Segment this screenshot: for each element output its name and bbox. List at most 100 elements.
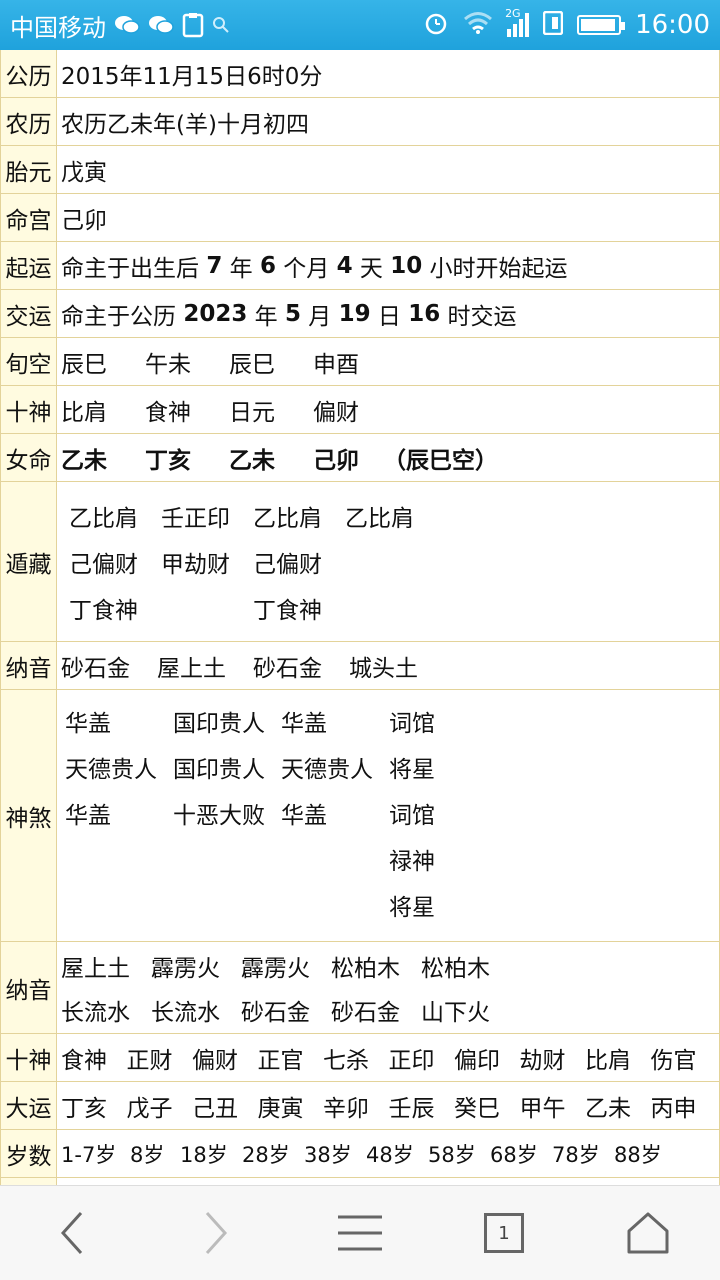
age-item: 48岁 (366, 1142, 414, 1167)
nayin-dayun-value: 屋上土 霹雳火 霹雳火 松柏木 松柏木 长流水 长流水 砂石金 砂石金 山下火 (57, 942, 720, 1033)
nayin-item: 松柏木 (421, 955, 490, 982)
dunzang-item: 己偏财 (253, 551, 322, 578)
wifi-icon (463, 11, 493, 39)
menu-button[interactable] (288, 1186, 432, 1280)
shensha-item: 华盖 (281, 711, 327, 737)
number: 10 (390, 252, 423, 279)
dunzang-item: 己偏财 (69, 551, 138, 578)
dunzang-item: 壬正印 (161, 505, 230, 532)
text: 天 (352, 255, 391, 282)
row-nvming: 女命 乙未 丁亥 乙未 己卯 （辰巳空） (0, 434, 720, 482)
number: 6 (259, 252, 276, 279)
text: 命主于出生后 (61, 255, 207, 282)
nayin-item: 砂石金 (241, 999, 310, 1026)
nayin-item: 砂石金 (61, 655, 130, 682)
row-label: 岁数 (0, 1130, 57, 1177)
text: 个月 (275, 255, 337, 282)
xunkong-item: 辰巳 (229, 351, 275, 378)
shensha-item: 华盖 (65, 803, 111, 829)
shensha-value: 华盖 国印贵人 华盖 词馆 天德贵人 国印贵人 天德贵人 将星 华盖 十恶大败 … (57, 690, 720, 941)
number: 2023 (183, 300, 248, 327)
shishen-item: 七杀 (323, 1047, 369, 1074)
row-minggong: 命宫 己卯 (0, 194, 720, 242)
age-item: 88岁 (614, 1142, 662, 1167)
dayun-item: 庚寅 (257, 1095, 304, 1122)
nayin-item: 松柏木 (331, 955, 400, 982)
nayin-item: 山下火 (421, 999, 490, 1026)
network-type: 2G (505, 7, 521, 20)
dayun-value: 丁亥 戊子 己丑 庚寅 辛卯 壬辰 癸巳 甲午 乙未 丙申 (57, 1082, 720, 1129)
row-dayun: 大运 丁亥 戊子 己丑 庚寅 辛卯 壬辰 癸巳 甲午 乙未 丙申 (0, 1082, 720, 1130)
sim-icon (542, 10, 564, 39)
age-item: 8岁 (130, 1142, 165, 1167)
signal-icon: 2G (505, 7, 530, 37)
shensha-item: 天德贵人 (65, 757, 157, 783)
row-qiyun: 起运 命主于出生后 7 年 6 个月 4 天 10 小时开始起运 (0, 242, 720, 290)
row-label: 遁藏 (0, 482, 57, 641)
dayun-item: 辛卯 (323, 1095, 369, 1122)
row-label: 十神 (0, 1034, 57, 1081)
text: 年 (247, 303, 285, 330)
battery-icon (577, 15, 626, 35)
search-icon (212, 16, 230, 34)
shishen-item: 比肩 (61, 399, 107, 426)
forward-button[interactable] (144, 1186, 288, 1280)
row-label: 命宫 (0, 194, 57, 241)
xunkong-item: 午未 (145, 351, 191, 378)
nayin-item: 霹雳火 (151, 955, 220, 982)
wechat-icon (148, 14, 174, 36)
bazi-table: 公历 2015年11月15日6时0分 农历 农历乙未年(羊)十月初四 胎元 戊寅… (0, 50, 720, 1185)
shishen-dayun-value: 食神 正财 偏财 正官 七杀 正印 偏印 劫财 比肩 伤官 (57, 1034, 720, 1081)
text: 月 (300, 303, 339, 330)
row-label: 纳音 (0, 642, 57, 689)
qiyun-value: 命主于出生后 7 年 6 个月 4 天 10 小时开始起运 (57, 242, 720, 289)
row-label: 农历 (0, 98, 57, 145)
tabs-button[interactable]: 1 (432, 1186, 576, 1280)
jiaoyun-value: 命主于公历 2023 年 5 月 19 日 16 时交运 (57, 290, 720, 337)
age-item: 58岁 (428, 1142, 476, 1167)
row-nayin-dayun: 纳音 屋上土 霹雳火 霹雳火 松柏木 松柏木 长流水 长流水 砂石金 砂石金 山… (0, 942, 720, 1034)
row-gongli: 公历 2015年11月15日6时0分 (0, 50, 720, 98)
shensha-item: 华盖 (281, 803, 327, 829)
row-xunkong: 旬空 辰巳 午未 辰巳 申酉 (0, 338, 720, 386)
shishen-item: 比肩 (585, 1047, 631, 1074)
solar-date: 2015年11月15日6时0分 (57, 50, 720, 97)
dunzang-item: 丁食神 (253, 597, 322, 624)
shishen-item: 正印 (388, 1047, 435, 1074)
nayin-item: 砂石金 (253, 655, 322, 682)
text: 命主于公历 (61, 303, 184, 330)
row-nayin: 纳音 砂石金 屋上土 砂石金 城头土 (0, 642, 720, 690)
shishen-item: 食神 (61, 1047, 107, 1074)
age-item: 18岁 (180, 1142, 228, 1167)
shishen-item: 正官 (257, 1047, 304, 1074)
dayun-item: 癸巳 (454, 1095, 500, 1122)
status-bar: 中国移动 2G 16:00 (0, 0, 720, 50)
lunar-date: 农历乙未年(羊)十月初四 (57, 98, 720, 145)
text: 小时开始起运 (422, 255, 568, 282)
dayun-item: 甲午 (519, 1095, 566, 1122)
shensha-item: 天德贵人 (281, 757, 373, 783)
nayin-item: 城头土 (349, 655, 418, 682)
pillar: 乙未 (61, 447, 107, 474)
dayun-item: 壬辰 (388, 1095, 435, 1122)
dayun-item: 己丑 (192, 1095, 238, 1122)
nvming-value: 乙未 丁亥 乙未 己卯 （辰巳空） (57, 434, 720, 481)
back-button[interactable] (0, 1186, 144, 1280)
number: 5 (284, 300, 301, 327)
number: 19 (338, 300, 371, 327)
age-item: 68岁 (490, 1142, 538, 1167)
nayin-item: 屋上土 (61, 955, 130, 982)
shishen-item: 偏财 (313, 399, 359, 426)
text: 时交运 (440, 303, 517, 330)
browser-nav-bar: 1 (0, 1185, 720, 1280)
clock: 16:00 (635, 10, 710, 40)
dunzang-value: 乙比肩 壬正印 乙比肩 乙比肩 己偏财 甲劫财 己偏财 丁食神 丁食神 (57, 482, 720, 641)
shensha-item: 词馆 (389, 711, 435, 737)
home-button[interactable] (576, 1186, 720, 1280)
number: 4 (336, 252, 353, 279)
row-label: 十神 (0, 386, 57, 433)
row-label (0, 1178, 57, 1185)
chevron-left-icon (60, 1211, 83, 1255)
alarm-icon (423, 10, 449, 40)
wechat-icon (114, 14, 140, 36)
